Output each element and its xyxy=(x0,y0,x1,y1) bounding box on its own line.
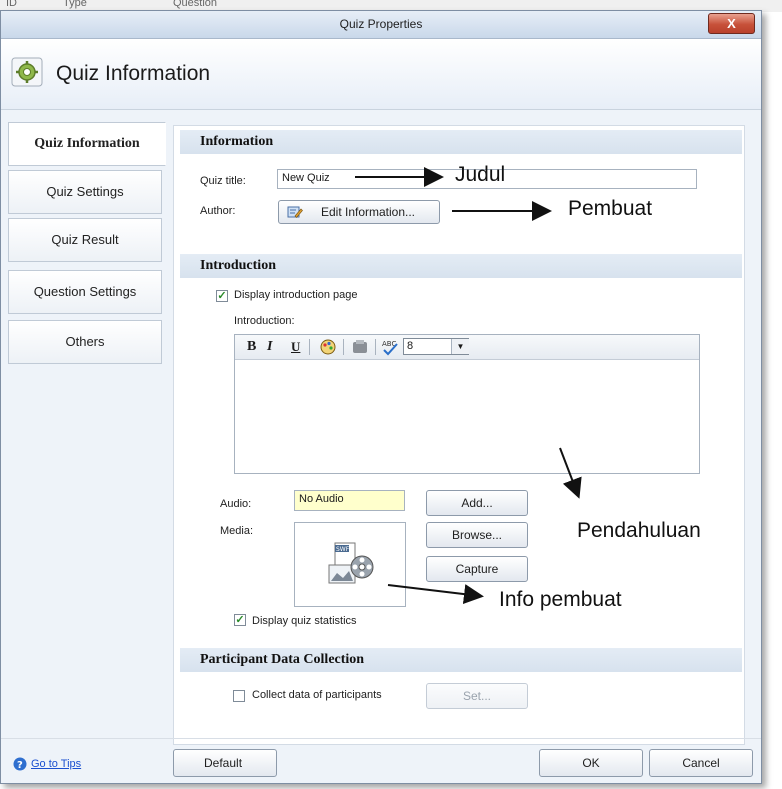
audio-field[interactable]: No Audio xyxy=(294,490,405,511)
dialog-header: Quiz Information xyxy=(1,39,761,110)
edit-information-button[interactable]: Edit Information... xyxy=(278,200,440,224)
color-palette-icon[interactable] xyxy=(319,338,337,356)
audio-label: Audio: xyxy=(220,498,252,510)
display-intro-checkbox[interactable]: ✓ xyxy=(216,290,228,302)
header-title: Quiz Information xyxy=(56,62,211,85)
edit-info-icon xyxy=(287,206,303,218)
annotation-pembuat: Pembuat xyxy=(568,197,653,220)
window-title: Quiz Properties xyxy=(339,17,423,31)
go-to-tips-label: Go to Tips xyxy=(31,758,82,770)
default-button[interactable]: Default xyxy=(173,749,277,777)
quiz-title-label: Quiz title: xyxy=(200,175,246,187)
annotation-pendahuluan: Pendahuluan xyxy=(577,519,701,542)
information-section-heading: Information xyxy=(180,130,742,154)
annotation-judul: Judul xyxy=(455,163,506,186)
chevron-down-icon[interactable]: ▼ xyxy=(451,339,469,354)
close-button[interactable]: X xyxy=(708,13,755,34)
toolbar-divider xyxy=(309,339,310,355)
edit-information-label: Edit Information... xyxy=(320,205,416,219)
tab-quiz-information[interactable]: Quiz Information xyxy=(8,122,166,166)
svg-text:?: ? xyxy=(17,760,23,771)
collect-data-checkbox[interactable] xyxy=(233,690,245,702)
tab-others[interactable]: Others xyxy=(8,320,162,364)
font-size-select[interactable]: 8 ▼ xyxy=(403,338,469,355)
tab-question-settings[interactable]: Question Settings xyxy=(8,270,162,314)
font-size-value: 8 xyxy=(407,340,414,352)
introduction-section-heading: Introduction xyxy=(180,254,742,278)
svg-text:SWF: SWF xyxy=(336,546,350,553)
bg-column-question: Question xyxy=(173,0,218,9)
introduction-label: Introduction: xyxy=(234,315,295,327)
spell-check-icon[interactable]: ABC xyxy=(381,338,399,356)
media-file-icon: SWF xyxy=(328,542,374,584)
participant-section-heading: Participant Data Collection xyxy=(180,648,742,672)
media-label: Media: xyxy=(220,525,254,537)
tab-quiz-result[interactable]: Quiz Result xyxy=(8,218,162,262)
capture-media-button[interactable]: Capture xyxy=(426,556,528,582)
italic-button[interactable]: I xyxy=(267,339,272,355)
close-icon: X xyxy=(727,16,736,31)
display-stats-checkbox[interactable]: ✓ xyxy=(234,614,246,626)
quiz-information-panel: Information Quiz title: New Quiz Author:… xyxy=(173,125,745,745)
display-intro-label: Display introduction page xyxy=(234,289,358,301)
introduction-editor[interactable]: B I U ABC 8 ▼ xyxy=(234,334,700,474)
add-audio-button[interactable]: Add... xyxy=(426,490,528,516)
quiz-properties-dialog: Quiz Properties X Quiz Information Quiz … xyxy=(0,10,762,784)
gear-settings-icon xyxy=(11,57,43,87)
author-label: Author: xyxy=(200,205,236,217)
ok-button[interactable]: OK xyxy=(539,749,643,777)
bg-column-id: ID xyxy=(6,0,17,9)
editor-toolbar: B I U ABC 8 ▼ xyxy=(235,335,699,360)
set-participant-button[interactable]: Set... xyxy=(426,683,528,709)
insert-object-icon[interactable] xyxy=(351,338,369,356)
media-preview[interactable]: SWF xyxy=(294,522,406,607)
browse-media-button[interactable]: Browse... xyxy=(426,522,528,548)
annotation-info-pembuat: Info pembuat xyxy=(499,588,622,611)
bg-column-type: Type xyxy=(63,0,87,9)
bold-button[interactable]: B xyxy=(247,339,256,355)
footer-divider xyxy=(1,738,761,739)
cancel-button[interactable]: Cancel xyxy=(649,749,753,777)
toolbar-divider xyxy=(375,339,376,355)
collect-data-label: Collect data of participants xyxy=(252,689,382,701)
tab-quiz-settings[interactable]: Quiz Settings xyxy=(8,170,162,214)
help-icon: ? xyxy=(13,757,27,771)
title-bar[interactable]: Quiz Properties X xyxy=(1,11,761,39)
underline-button[interactable]: U xyxy=(291,339,300,355)
toolbar-divider xyxy=(343,339,344,355)
display-stats-label: Display quiz statistics xyxy=(252,615,357,627)
